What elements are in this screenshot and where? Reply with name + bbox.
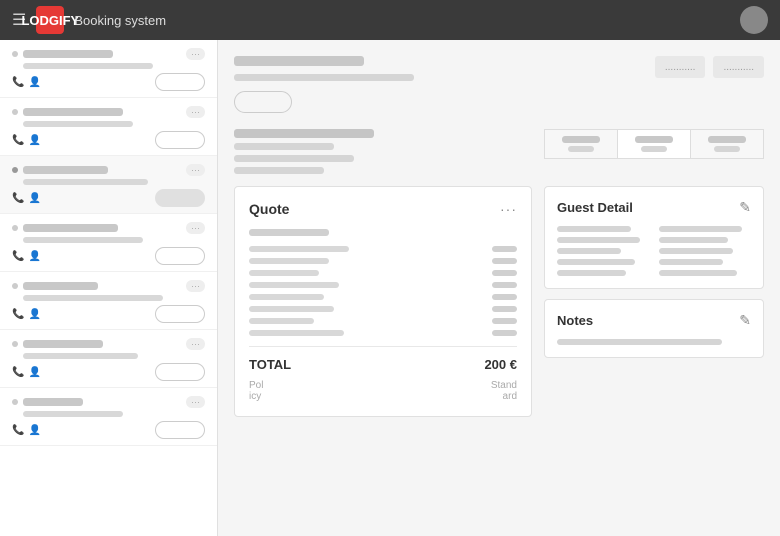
info-left — [234, 129, 532, 174]
user-icon: 👤 — [28, 309, 40, 320]
sb-badge: ··· — [186, 338, 205, 350]
info-right — [544, 129, 764, 174]
total-label: TOTAL — [249, 357, 291, 372]
user-icon: 👤 — [28, 251, 40, 262]
guest-detail-col-left — [557, 226, 649, 276]
guest-detail-col-right — [659, 226, 751, 276]
sb-status-btn[interactable] — [155, 247, 205, 265]
user-icon: 👤 — [28, 425, 40, 436]
quote-section: Quote ··· — [234, 186, 532, 417]
quote-footer: Pol icy Stand ard — [249, 380, 517, 402]
quote-total: TOTAL 200 € — [249, 357, 517, 372]
quote-row — [249, 294, 517, 300]
phone-icon: 📞 — [12, 367, 24, 378]
guest-detail-edit-btn[interactable]: ✎ — [739, 199, 751, 216]
logo: LODGIFY — [36, 6, 64, 34]
sb-badge: ··· — [186, 396, 205, 408]
sb-badge: ··· — [186, 280, 205, 292]
page-subtitle-bar — [234, 74, 414, 81]
tab-3[interactable] — [690, 129, 764, 159]
quote-row — [249, 330, 517, 336]
quote-menu-btn[interactable]: ··· — [500, 201, 517, 217]
sb-status-btn[interactable] — [155, 305, 205, 323]
avatar[interactable] — [740, 6, 768, 34]
header-left — [234, 56, 414, 117]
guest-detail-title: Guest Detail — [557, 200, 633, 215]
notes-content-line — [557, 339, 722, 345]
notes-card: Notes ✎ — [544, 299, 764, 358]
right-btn-2[interactable]: ........... — [713, 56, 764, 78]
quote-card-header: Quote ··· — [249, 201, 517, 217]
quote-row — [249, 246, 517, 252]
quote-card: Quote ··· — [234, 186, 532, 417]
header-right: ........... ........... — [655, 56, 764, 78]
sb-status-btn[interactable] — [155, 363, 205, 381]
right-btn-1[interactable]: ........... — [655, 56, 706, 78]
list-item[interactable]: ··· 📞 👤 — [0, 214, 217, 272]
quote-row — [249, 270, 517, 276]
app-title: Booking system — [74, 13, 166, 28]
phone-icon: 📞 — [12, 77, 24, 88]
quote-row — [249, 282, 517, 288]
phone-icon: 📞 — [12, 135, 24, 146]
sb-badge: ··· — [186, 48, 205, 60]
main-header: ........... ........... — [234, 56, 764, 117]
notes-header: Notes ✎ — [557, 312, 751, 329]
list-item[interactable]: ··· 📞 👤 — [0, 330, 217, 388]
quote-divider — [249, 346, 517, 347]
guest-detail-body — [557, 226, 751, 276]
list-item[interactable]: ··· 📞 👤 — [0, 272, 217, 330]
list-item[interactable]: ··· 📞 👤 — [0, 40, 217, 98]
user-icon: 👤 — [28, 193, 40, 204]
layout: ··· 📞 👤 ··· — [0, 40, 780, 536]
sb-status-btn[interactable] — [155, 73, 205, 91]
phone-icon: 📞 — [12, 193, 24, 204]
sb-status-btn[interactable] — [155, 189, 205, 207]
footer-right: Stand ard — [491, 380, 517, 402]
main-content: ........... ........... — [218, 40, 780, 536]
guest-detail-card: Guest Detail ✎ — [544, 186, 764, 289]
page-title-bar — [234, 56, 364, 66]
quote-title: Quote — [249, 201, 289, 217]
header-action-btn[interactable] — [234, 91, 292, 113]
user-icon: 👤 — [28, 77, 40, 88]
phone-icon: 📞 — [12, 251, 24, 262]
tabs — [544, 129, 764, 159]
total-value: 200 € — [484, 357, 517, 372]
sb-status-btn[interactable] — [155, 131, 205, 149]
sb-badge: ··· — [186, 222, 205, 234]
notes-title: Notes — [557, 313, 593, 328]
list-item[interactable]: ··· 📞 👤 — [0, 388, 217, 446]
quote-label — [249, 229, 329, 236]
footer-left: Pol icy — [249, 380, 263, 402]
sidebar: ··· 📞 👤 ··· — [0, 40, 218, 536]
two-col-section: Quote ··· — [234, 186, 764, 417]
sb-status-btn[interactable] — [155, 421, 205, 439]
list-item[interactable]: ··· 📞 👤 — [0, 156, 217, 214]
sb-badge: ··· — [186, 106, 205, 118]
user-icon: 👤 — [28, 367, 40, 378]
topnav: ☰ LODGIFY Booking system — [0, 0, 780, 40]
notes-edit-btn[interactable]: ✎ — [739, 312, 751, 329]
info-block — [234, 129, 764, 174]
tab-2[interactable] — [617, 129, 690, 159]
sb-badge: ··· — [186, 164, 205, 176]
phone-icon: 📞 — [12, 425, 24, 436]
list-item[interactable]: ··· 📞 👤 — [0, 98, 217, 156]
quote-row — [249, 318, 517, 324]
guest-detail-header: Guest Detail ✎ — [557, 199, 751, 216]
quote-row — [249, 258, 517, 264]
quote-row — [249, 306, 517, 312]
right-column: Guest Detail ✎ — [544, 186, 764, 417]
user-icon: 👤 — [28, 135, 40, 146]
phone-icon: 📞 — [12, 309, 24, 320]
tab-1[interactable] — [544, 129, 617, 159]
